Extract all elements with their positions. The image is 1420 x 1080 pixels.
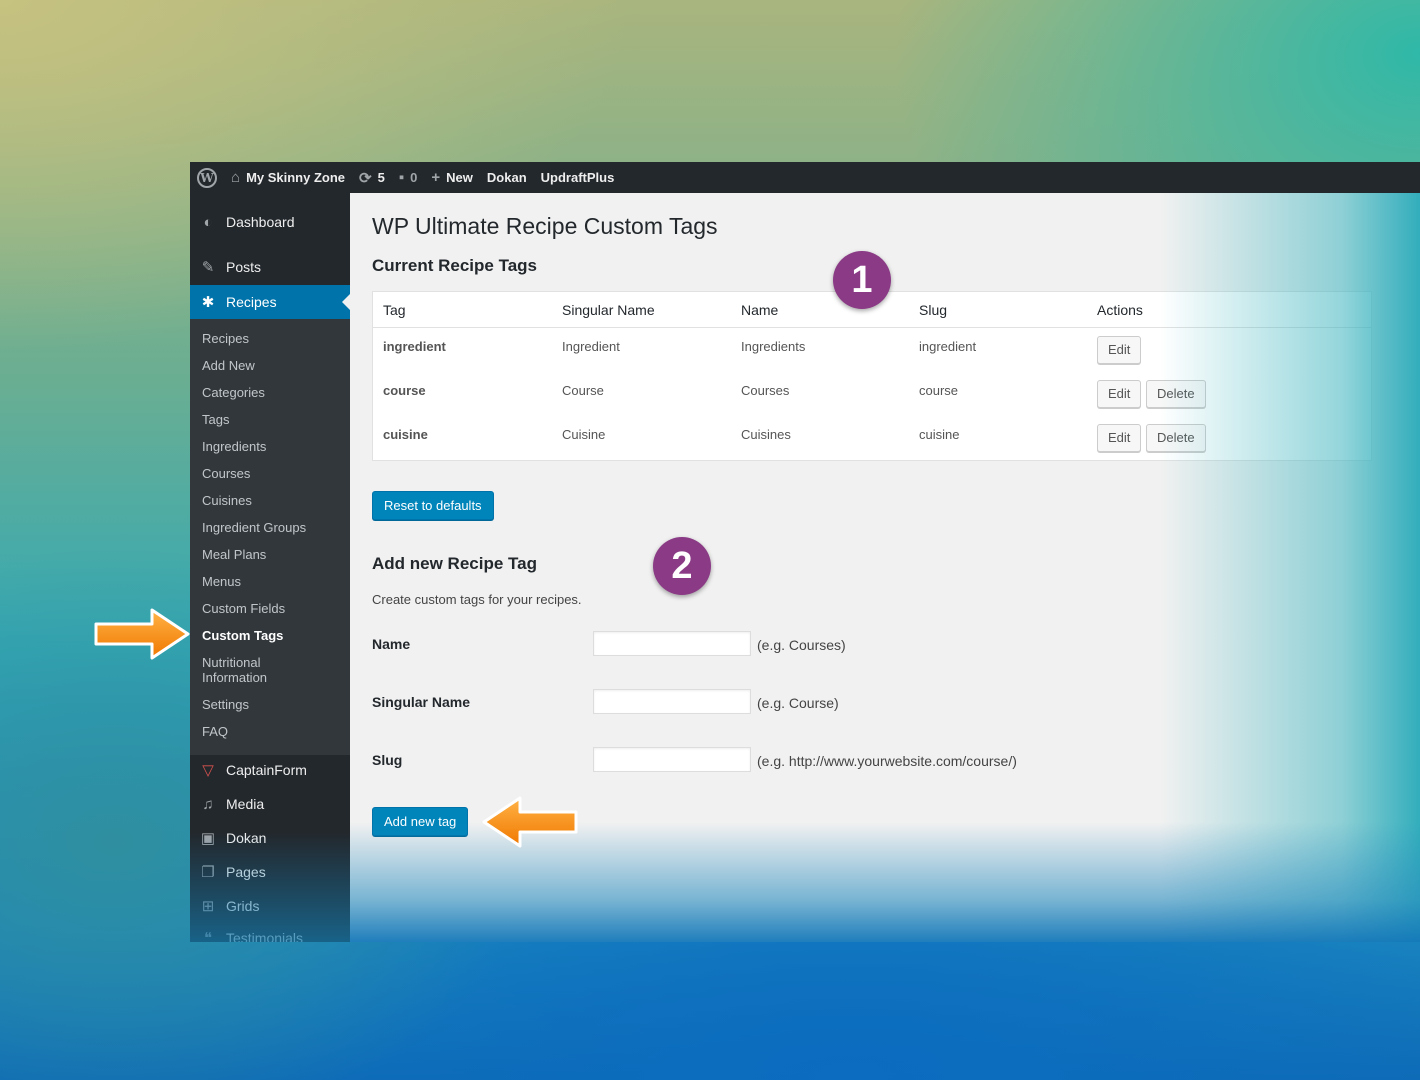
media-icon: ♫ [202,795,214,813]
submenu-meal-plans[interactable]: Meal Plans [202,547,342,562]
submenu-nutritional-information[interactable]: Nutritional Information [202,655,292,685]
menu-dashboard[interactable]: ◐ Dashboard [190,205,350,239]
submenu-add-new[interactable]: Add New [202,358,342,373]
add-tag-description: Create custom tags for your recipes. [372,592,582,607]
menu-grids[interactable]: ⊞ Grids [190,889,350,923]
submenu-faq[interactable]: FAQ [202,724,342,739]
slug-label: Slug [372,752,403,768]
edit-button[interactable]: Edit [1097,336,1142,364]
name-label: Name [372,636,411,652]
annotation-badge-1: 1 [833,251,891,309]
refresh-icon: ⟳ [359,169,372,187]
menu-pages[interactable]: ❐ Pages [190,855,350,889]
menu-media[interactable]: ♫ Media [190,787,350,821]
recipes-submenu: Recipes Add New Categories Tags Ingredie… [190,319,350,755]
edit-button[interactable]: Edit [1097,380,1142,408]
updates-link[interactable]: ⟳ 5 [359,162,385,193]
cell-singular: Ingredient [562,339,620,354]
cell-slug: ingredient [919,339,977,354]
pages-icon: ❐ [201,864,215,881]
captainform-icon: ▽ [202,762,214,779]
cell-name: Ingredients [741,339,806,354]
menu-captainform[interactable]: ▽ CaptainForm [190,753,350,787]
annotation-badge-2: 2 [653,537,711,595]
submenu-categories[interactable]: Categories [202,385,342,400]
arrow-left-icon [482,796,578,848]
pin-icon: ✎ [201,259,215,276]
cell-name: Courses [741,383,790,398]
cell-slug: course [919,383,959,398]
slug-input[interactable] [593,747,751,772]
name-input[interactable] [593,631,751,656]
submenu-menus[interactable]: Menus [202,574,342,589]
delete-button[interactable]: Delete [1146,424,1206,452]
menu-testimonials[interactable]: ❝ Testimonials [190,921,350,942]
add-new-tag-button[interactable]: Add new tag [372,807,469,836]
page-title: WP Ultimate Recipe Custom Tags [372,213,718,239]
cell-singular: Cuisine [562,427,606,442]
singular-name-input[interactable] [593,689,751,714]
header-singular-name: Singular Name [562,302,655,318]
submenu-cuisines[interactable]: Cuisines [202,493,342,508]
menu-recipes[interactable]: ✱ Recipes [190,285,350,319]
site-name-link[interactable]: ⌂ My Skinny Zone [231,162,345,193]
updraftplus-link[interactable]: UpdraftPlus [541,162,615,193]
submenu-tags[interactable]: Tags [202,412,342,427]
cell-tag: cuisine [383,427,428,442]
wordpress-logo-icon[interactable]: W [197,167,217,188]
recipe-icon: ✱ [201,294,215,311]
submenu-custom-fields[interactable]: Custom Fields [202,601,342,616]
name-hint: (e.g. Courses) [757,637,846,653]
header-name: Name [741,302,779,318]
delete-button[interactable]: Delete [1146,380,1206,408]
dokan-link[interactable]: Dokan [487,162,527,193]
plus-icon: + [431,169,441,186]
grid-icon: ⊞ [201,898,215,915]
home-icon: ⌂ [231,169,241,186]
submenu-courses[interactable]: Courses [202,466,342,481]
wp-admin-window: W ⌂ My Skinny Zone ⟳ 5 ▪ 0 + New Dokan U… [190,162,1420,942]
arrow-right-icon [94,608,190,660]
edit-button[interactable]: Edit [1097,424,1142,452]
header-slug: Slug [919,302,948,318]
tags-table: Tag Singular Name Name Slug Actions ingr… [372,291,1372,461]
menu-posts[interactable]: ✎ Posts [190,250,350,284]
cell-singular: Course [562,383,604,398]
header-actions: Actions [1097,302,1143,318]
dashboard-icon: ◐ [203,213,213,231]
singular-name-hint: (e.g. Course) [757,695,839,711]
submenu-custom-tags[interactable]: Custom Tags [202,628,342,643]
cell-tag: ingredient [383,339,446,354]
comments-link[interactable]: ▪ 0 [399,162,418,193]
submenu-ingredients[interactable]: Ingredients [202,439,342,454]
current-tags-heading: Current Recipe Tags [372,256,538,275]
admin-bar: W ⌂ My Skinny Zone ⟳ 5 ▪ 0 + New Dokan U… [190,162,1420,193]
new-content-link[interactable]: + New [431,162,473,193]
cell-tag: course [383,383,426,398]
add-tag-heading: Add new Recipe Tag [372,554,537,573]
reset-defaults-button[interactable]: Reset to defaults [372,491,494,520]
testimonials-icon: ❝ [203,930,213,942]
submenu-recipes[interactable]: Recipes [202,331,342,346]
singular-name-label: Singular Name [372,694,471,710]
slug-hint: (e.g. http://www.yourwebsite.com/course/… [757,753,1017,769]
admin-sidebar: ◐ Dashboard ✎ Posts ✱ Recipes Recipes Ad… [190,193,350,942]
cell-slug: cuisine [919,427,960,442]
submenu-ingredient-groups[interactable]: Ingredient Groups [202,520,342,535]
dokan-icon: ▣ [200,830,216,847]
header-tag: Tag [383,302,406,318]
submenu-settings[interactable]: Settings [202,697,342,712]
menu-dokan[interactable]: ▣ Dokan [190,821,350,855]
cell-name: Cuisines [741,427,791,442]
comment-icon: ▪ [398,169,405,186]
